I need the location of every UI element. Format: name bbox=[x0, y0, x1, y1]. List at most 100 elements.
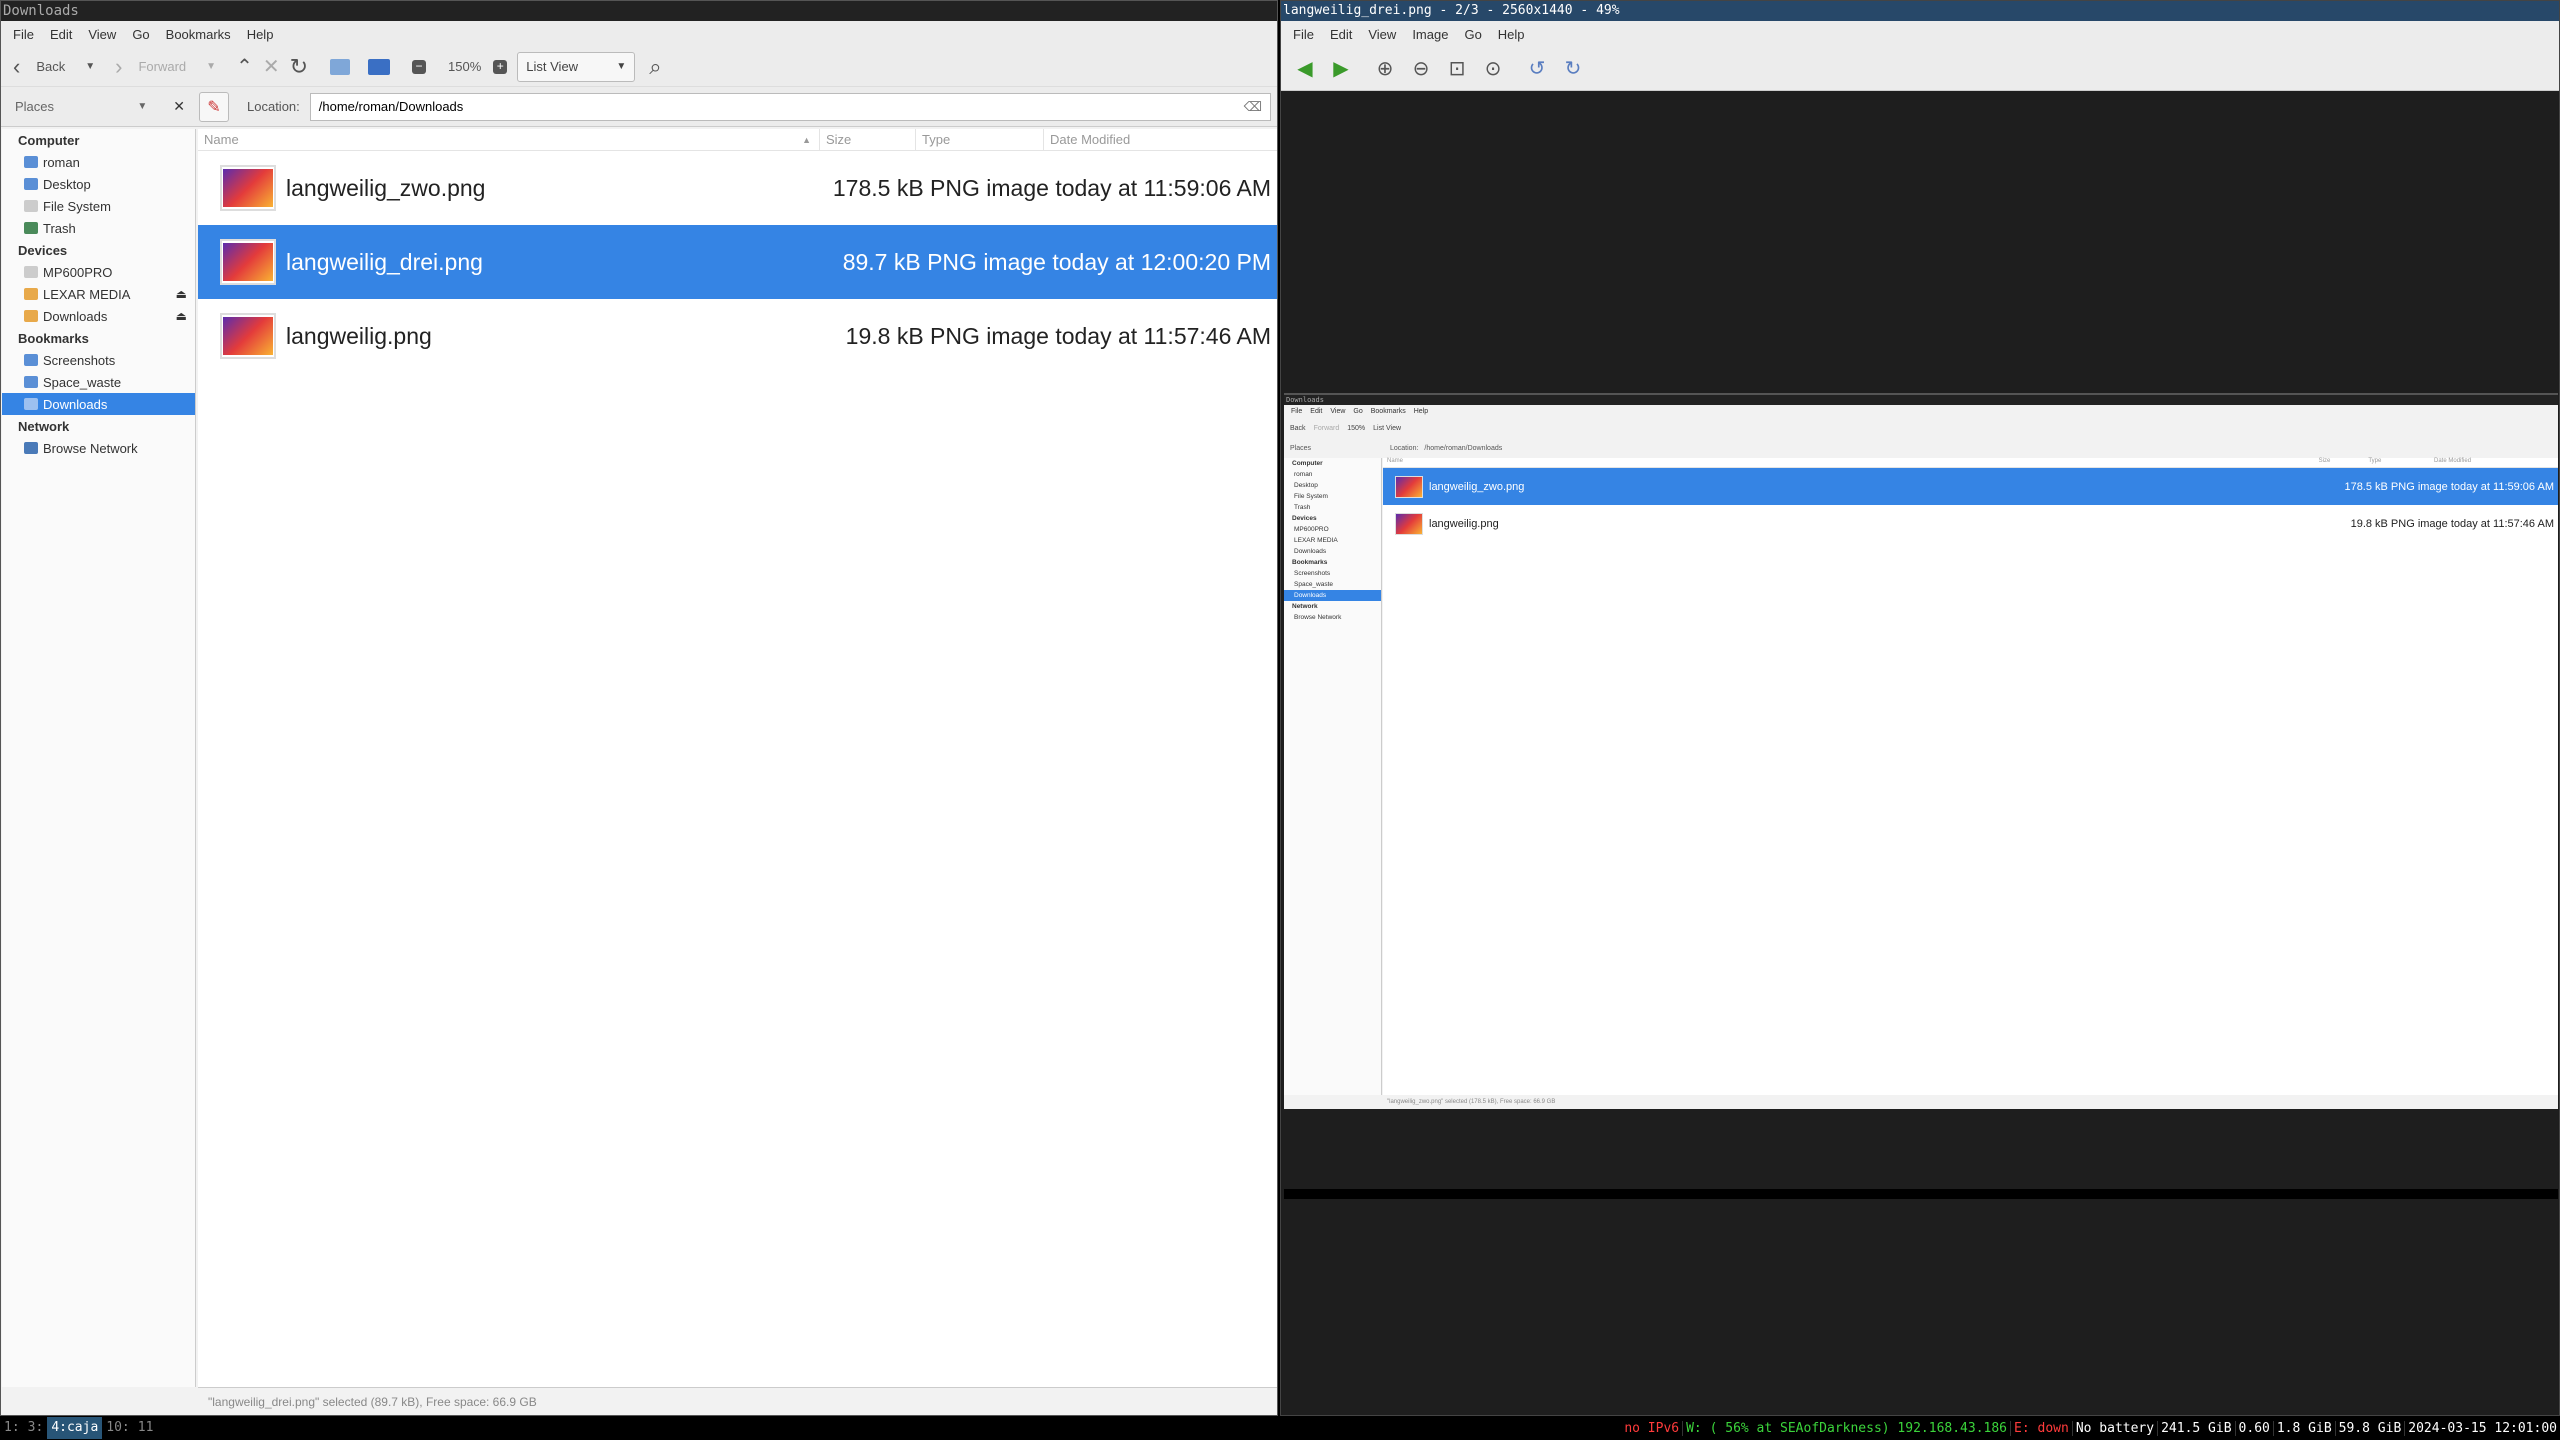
sidebar-item-label: LEXAR MEDIA bbox=[43, 286, 131, 302]
rotate-right-icon[interactable]: ↻ bbox=[1561, 57, 1585, 81]
places-label: Places bbox=[15, 99, 55, 114]
zoom-level[interactable]: 150% bbox=[448, 52, 481, 82]
menu-go[interactable]: Go bbox=[132, 27, 149, 42]
column-name[interactable]: Name ▲ bbox=[198, 129, 820, 150]
sidebar-item-trash[interactable]: Trash bbox=[2, 217, 195, 239]
file-name: langweilig.png bbox=[286, 322, 432, 349]
section-bookmarks: Bookmarks bbox=[18, 331, 89, 346]
zoom-in-icon[interactable]: + bbox=[493, 52, 508, 82]
network-icon bbox=[24, 442, 38, 454]
viewer-toolbar: ◀ ▶ ⊕ ⊖ ⊡ ⊙ ↺ ↻ bbox=[1281, 47, 2559, 91]
file-row[interactable]: langweilig_drei.png 89.7 kB PNG image to… bbox=[198, 225, 1277, 299]
menubar: File Edit View Image Go Help bbox=[1281, 21, 2559, 47]
search-icon[interactable]: ⌕ bbox=[649, 52, 661, 82]
menu-view[interactable]: View bbox=[1368, 27, 1396, 42]
zoom-out-icon[interactable]: ⊖ bbox=[1409, 57, 1433, 81]
nested-file-name: langweilig.png bbox=[1429, 517, 1499, 530]
nested-menu-item: File bbox=[1291, 408, 1303, 415]
memory-status: 1.8 GiB bbox=[2274, 1420, 2336, 1436]
location-input[interactable]: /home/roman/Downloads ⌫ bbox=[309, 92, 1271, 121]
column-type[interactable]: Type bbox=[916, 129, 1044, 150]
menu-help[interactable]: Help bbox=[247, 27, 274, 42]
nested-title: Downloads bbox=[1284, 395, 2558, 405]
sidebar-item-downloads[interactable]: Downloads bbox=[2, 393, 195, 415]
nested-side-item: Downloads bbox=[1284, 590, 1381, 601]
menu-view[interactable]: View bbox=[88, 27, 116, 42]
chevron-left-icon: ‹ bbox=[13, 53, 21, 79]
sidebar-item-desktop[interactable]: Desktop bbox=[2, 173, 195, 195]
zoom-original-icon[interactable]: ⊙ bbox=[1481, 57, 1505, 81]
nested-back: Back bbox=[1290, 424, 1306, 432]
sidebar-item-browse-network[interactable]: Browse Network bbox=[2, 437, 195, 459]
zoom-fit-icon[interactable]: ⊡ bbox=[1445, 57, 1469, 81]
column-header: Name ▲ Size Type Date Modified bbox=[198, 129, 1277, 151]
menu-edit[interactable]: Edit bbox=[50, 27, 72, 42]
view-mode-select[interactable]: List View ▼ bbox=[517, 51, 636, 82]
forward-label: Forward bbox=[138, 59, 187, 74]
sidebar-item-downloads-device[interactable]: Downloads ⏏ bbox=[2, 305, 195, 327]
chevron-down-icon[interactable]: ▼ bbox=[85, 61, 95, 72]
stop-icon[interactable]: ✕ bbox=[263, 52, 280, 82]
sidebar-item-space-waste[interactable]: Space_waste bbox=[2, 371, 195, 393]
file-row[interactable]: langweilig_zwo.png 178.5 kB PNG image to… bbox=[198, 151, 1277, 225]
close-icon[interactable]: ✕ bbox=[173, 98, 185, 115]
workspace-10[interactable]: 10: bbox=[102, 1417, 133, 1439]
sidebar-item-mp600pro[interactable]: MP600PRO bbox=[2, 261, 195, 283]
nested-location-label: Location: bbox=[1390, 444, 1419, 452]
menu-edit[interactable]: Edit bbox=[1330, 27, 1352, 42]
wifi-status: W: ( 56% at SEAofDarkness) 192.168.43.18… bbox=[1683, 1420, 2012, 1436]
nested-menu-item: View bbox=[1330, 408, 1346, 415]
forward-button[interactable]: › Forward ▼ bbox=[115, 52, 216, 82]
removable-drive-icon bbox=[24, 310, 38, 322]
clear-icon[interactable]: ⌫ bbox=[1244, 99, 1262, 115]
nested-side-item: Trash bbox=[1294, 504, 1311, 511]
eject-icon[interactable]: ⏏ bbox=[176, 287, 187, 301]
nested-section: Network bbox=[1292, 603, 1318, 610]
reload-icon[interactable]: ↻ bbox=[290, 52, 308, 82]
sidebar-item-lexar-media[interactable]: LEXAR MEDIA ⏏ bbox=[2, 283, 195, 305]
computer-icon[interactable] bbox=[368, 52, 391, 82]
workspace-11[interactable]: 11 bbox=[134, 1417, 158, 1439]
edit-location-toggle[interactable]: ✎ bbox=[199, 91, 229, 122]
menu-image[interactable]: Image bbox=[1412, 27, 1448, 42]
back-button[interactable]: ‹ Back ▼ bbox=[13, 52, 95, 82]
chevron-down-icon[interactable]: ▼ bbox=[206, 61, 216, 72]
workspace-4-caja[interactable]: 4:caja bbox=[47, 1417, 103, 1439]
folder-icon bbox=[24, 398, 38, 410]
up-icon[interactable]: ⌃ bbox=[236, 52, 253, 82]
location-label: Location: bbox=[247, 99, 300, 114]
places-header: Places ▼ ✕ bbox=[1, 98, 195, 115]
file-row[interactable]: langweilig.png 19.8 kB PNG image today a… bbox=[198, 299, 1277, 373]
menu-go[interactable]: Go bbox=[1464, 27, 1481, 42]
sidebar-item-label: Screenshots bbox=[43, 352, 116, 368]
eject-icon[interactable]: ⏏ bbox=[176, 309, 187, 323]
drive-icon bbox=[24, 200, 38, 212]
image-canvas[interactable]: Downloads File Edit View Go Bookmarks He… bbox=[1282, 91, 2558, 1415]
sidebar-item-file-system[interactable]: File System bbox=[2, 195, 195, 217]
menu-file[interactable]: File bbox=[1293, 27, 1314, 42]
previous-image-icon[interactable]: ◀ bbox=[1293, 57, 1317, 81]
file-info: 19.8 kB PNG image today at 11:57:46 AM bbox=[845, 322, 1271, 349]
home-folder-icon[interactable] bbox=[330, 52, 351, 82]
nested-file-row: langweilig.png 19.8 kB PNG image today a… bbox=[1383, 505, 2558, 542]
sidebar-item-roman[interactable]: roman bbox=[2, 151, 195, 173]
workspace-1[interactable]: 1: bbox=[0, 1417, 24, 1439]
workspace-3[interactable]: 3: bbox=[24, 1417, 48, 1439]
sidebar-item-screenshots[interactable]: Screenshots bbox=[2, 349, 195, 371]
chevron-down-icon: ▼ bbox=[616, 61, 627, 72]
nested-side-item: Space_waste bbox=[1294, 581, 1334, 588]
nested-file-name: langweilig_zwo.png bbox=[1429, 480, 1525, 493]
column-size[interactable]: Size bbox=[820, 129, 916, 150]
chevron-down-icon[interactable]: ▼ bbox=[137, 101, 147, 112]
next-image-icon[interactable]: ▶ bbox=[1329, 57, 1353, 81]
menu-bookmarks[interactable]: Bookmarks bbox=[166, 27, 231, 42]
rotate-left-icon[interactable]: ↺ bbox=[1525, 57, 1549, 81]
image-viewer-window: langweilig_drei.png - 2/3 - 2560x1440 - … bbox=[1280, 0, 2560, 1416]
column-date[interactable]: Date Modified bbox=[1044, 129, 1277, 150]
toolbar: ‹ Back ▼ › Forward ▼ ⌃ ✕ ↻ − 150% + List… bbox=[1, 47, 1277, 87]
zoom-out-icon[interactable]: − bbox=[412, 52, 427, 82]
menu-file[interactable]: File bbox=[13, 27, 34, 42]
menu-help[interactable]: Help bbox=[1498, 27, 1525, 42]
zoom-in-icon[interactable]: ⊕ bbox=[1373, 57, 1397, 81]
nested-side-item: Browse Network bbox=[1294, 614, 1342, 621]
